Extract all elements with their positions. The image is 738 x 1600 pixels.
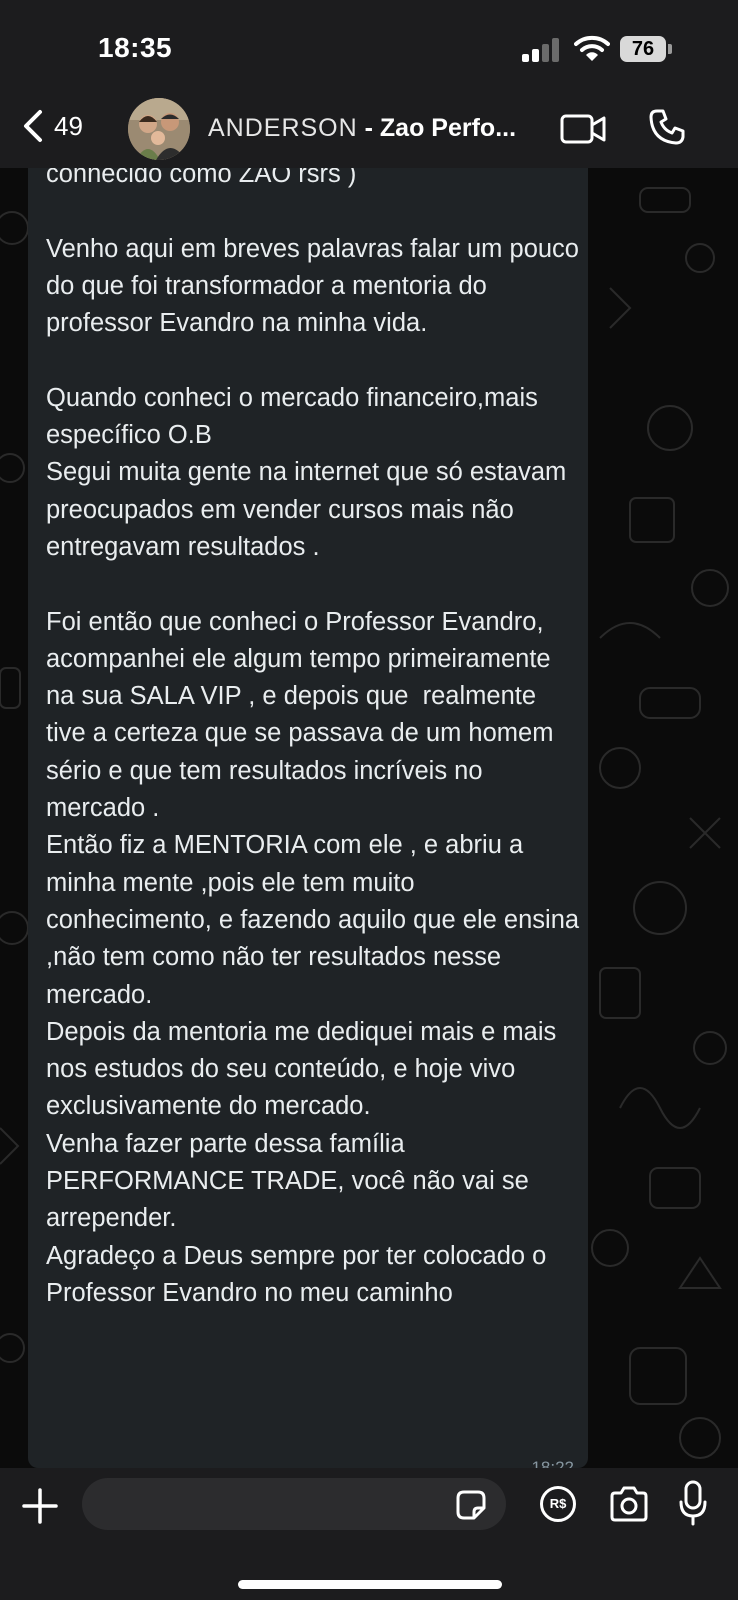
status-time: 18:35: [98, 32, 173, 63]
camera-icon[interactable]: [608, 1484, 650, 1524]
signal-icon: [522, 38, 560, 62]
contact-name-first: ANDERSON: [208, 114, 358, 142]
battery-indicator: 76: [620, 36, 666, 62]
home-indicator: [238, 1580, 502, 1589]
avatar-photo: [128, 98, 190, 160]
message-timestamp: 18:22: [531, 1458, 574, 1468]
plus-icon[interactable]: [20, 1486, 60, 1526]
message-input[interactable]: [82, 1478, 506, 1530]
battery-tip: [668, 44, 672, 54]
contact-name-rest: - Zao Perfo...: [357, 114, 517, 142]
input-bar: R$: [0, 1468, 738, 1600]
back-button[interactable]: 49: [20, 108, 83, 144]
wifi-icon: [574, 35, 610, 61]
sticker-icon[interactable]: [454, 1488, 488, 1522]
chat-header: 49 ANDERSON - Zao Perfo...: [0, 96, 738, 168]
video-camera-icon[interactable]: [560, 112, 608, 146]
unread-count: 49: [54, 110, 83, 141]
status-bar: 18:35 76: [0, 0, 738, 96]
payment-button[interactable]: R$: [540, 1486, 576, 1522]
message-text: conhecido como ZAO rsrs ) Venho aqui em …: [46, 168, 580, 1307]
message-bubble[interactable]: conhecido como ZAO rsrs ) Venho aqui em …: [28, 168, 588, 1468]
contact-name[interactable]: ANDERSON - Zao Perfo...: [208, 114, 538, 143]
phone-icon[interactable]: [648, 108, 686, 146]
chat-area[interactable]: conhecido como ZAO rsrs ) Venho aqui em …: [0, 168, 738, 1468]
chevron-left-icon: [24, 110, 42, 142]
avatar[interactable]: [128, 98, 190, 160]
microphone-icon[interactable]: [678, 1480, 708, 1526]
